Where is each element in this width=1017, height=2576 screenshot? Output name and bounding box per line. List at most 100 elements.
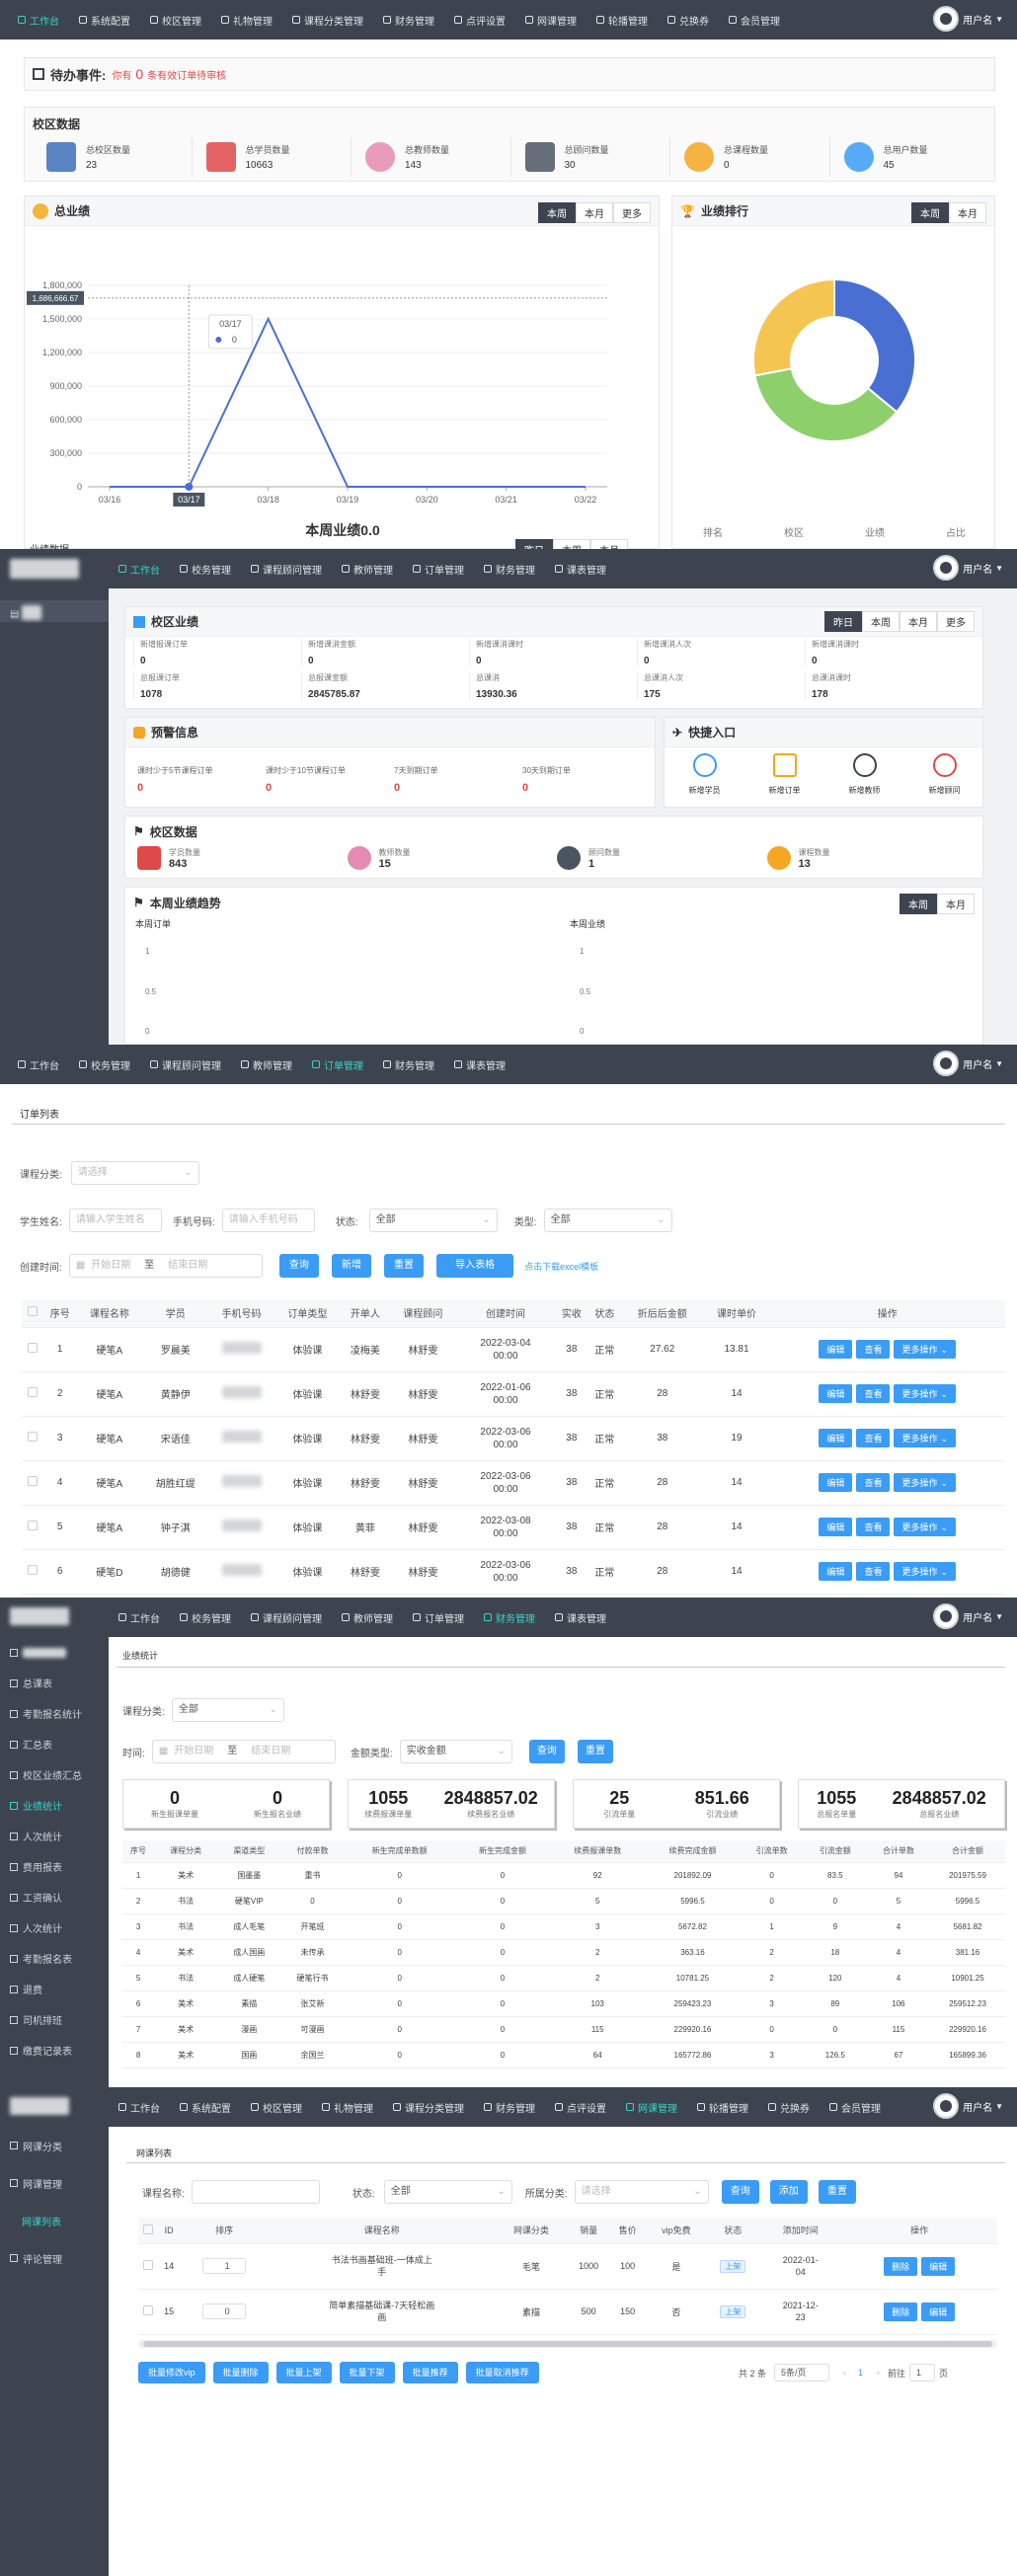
add-button[interactable]: 添加 <box>769 2180 808 2204</box>
nav-item[interactable]: 订单管理 <box>403 1598 474 1637</box>
user-menu-3[interactable]: 用户名 ▼ <box>933 1051 1003 1076</box>
sidebar-item[interactable]: 评论管理 <box>0 2239 109 2277</box>
user-menu-5[interactable]: 用户名 ▼ <box>933 2093 1003 2119</box>
category-select[interactable]: 请选择 ⌄ <box>574 2180 709 2204</box>
date-range-input[interactable]: ▦ 开始日期 至 结束日期 <box>68 1254 263 1278</box>
user-menu-2[interactable]: 用户名 ▼ <box>933 555 1003 581</box>
nav-item[interactable]: 课表管理 <box>545 1598 616 1637</box>
type-select[interactable]: 全部 ⌄ <box>543 1209 672 1232</box>
import-button[interactable]: 导入表格 <box>436 1254 514 1278</box>
user-menu-4[interactable]: 用户名 ▼ <box>933 1603 1003 1629</box>
nav-item[interactable]: 工作台 <box>109 2087 170 2127</box>
nav-item[interactable]: 点评设置 <box>545 2087 616 2127</box>
tab[interactable]: 昨日 <box>824 611 862 632</box>
prev-page-icon[interactable]: ‹ <box>843 2368 846 2378</box>
tab[interactable]: 更多 <box>937 611 975 632</box>
sidebar-item[interactable]: 人次统计 <box>0 1912 109 1943</box>
delete-button[interactable]: 删除 <box>884 2302 918 2321</box>
edit-button[interactable]: 编辑 <box>819 1518 853 1536</box>
nav-item[interactable]: 礼物管理 <box>211 0 282 39</box>
category-select[interactable]: 全部 ⌄ <box>171 1698 284 1722</box>
nav-item[interactable]: 系统配置 <box>170 2087 241 2127</box>
nav-item[interactable]: 会员管理 <box>820 2087 891 2127</box>
reset-button[interactable]: 重置 <box>577 1740 613 1763</box>
view-button[interactable]: 查看 <box>856 1384 891 1403</box>
more-actions-button[interactable]: 更多操作 ⌄ <box>894 1384 957 1403</box>
nav-item[interactable]: 课程分类管理 <box>383 2087 474 2127</box>
tab[interactable]: 本月 <box>937 894 975 914</box>
tab[interactable]: 本周 <box>862 611 900 632</box>
sidebar-item[interactable]: 考勤报名统计 <box>0 1698 109 1729</box>
tab[interactable]: 本月 <box>949 202 986 223</box>
nav-item[interactable]: 财务管理 <box>474 1598 545 1637</box>
tab[interactable]: 本月 <box>590 539 628 549</box>
nav-item[interactable]: 校务管理 <box>170 1598 241 1637</box>
edit-button[interactable]: 编辑 <box>819 1473 853 1492</box>
nav-item[interactable]: 课程顾问管理 <box>241 1598 332 1637</box>
nav-item[interactable]: 兑换券 <box>758 2087 820 2127</box>
sort-input[interactable]: 0 <box>202 2303 247 2319</box>
sidebar-item[interactable] <box>0 1637 109 1668</box>
reset-button[interactable]: 重置 <box>818 2180 856 2204</box>
checkbox[interactable] <box>143 2304 154 2315</box>
nav-item[interactable]: 教师管理 <box>231 1045 302 1084</box>
add-button[interactable]: 新增 <box>331 1254 371 1278</box>
tab[interactable]: 更多 <box>613 202 651 223</box>
nav-item[interactable]: 工作台 <box>8 0 69 39</box>
student-name-input[interactable]: 请输入学生姓名 <box>68 1209 162 1232</box>
row-checkbox-cell[interactable] <box>22 1416 43 1461</box>
bulk-action-button[interactable]: 批量修改vip <box>138 2362 205 2383</box>
status-select[interactable]: 全部 ⌄ <box>368 1209 498 1232</box>
quick-entry[interactable]: 新增教师 <box>849 753 881 796</box>
next-page-icon[interactable]: › <box>877 2368 880 2378</box>
nav-item[interactable]: 点评设置 <box>444 0 515 39</box>
sidebar-item[interactable]: 考勤报名表 <box>0 1943 109 1974</box>
more-actions-button[interactable]: 更多操作 ⌄ <box>894 1340 957 1359</box>
tab[interactable]: 昨日 <box>515 539 553 549</box>
tab[interactable]: 本月 <box>900 611 937 632</box>
tab[interactable]: 本周 <box>553 539 590 549</box>
view-button[interactable]: 查看 <box>856 1340 891 1359</box>
nav-item[interactable]: 课程分类管理 <box>282 0 373 39</box>
sidebar-item[interactable]: 网课列表 <box>0 2202 109 2239</box>
warning-item[interactable]: 课时少于5节课程订单 0 <box>137 765 266 794</box>
tab[interactable]: 本月 <box>576 202 613 223</box>
bulk-action-button[interactable]: 批量取消推荐 <box>465 2362 539 2383</box>
nav-item[interactable]: 校区管理 <box>140 0 211 39</box>
nav-item[interactable]: 系统配置 <box>69 0 140 39</box>
date-range-input[interactable]: ▦ 开始日期 至 结束日期 <box>151 1740 336 1763</box>
row-checkbox-cell[interactable] <box>22 1505 43 1550</box>
checkbox[interactable] <box>28 1476 38 1486</box>
nav-item[interactable]: 网课管理 <box>616 2087 687 2127</box>
amount-type-select[interactable]: 实收金额 ⌄ <box>399 1740 512 1763</box>
row-checkbox-cell[interactable] <box>138 2243 159 2290</box>
nav-item[interactable]: 兑换券 <box>658 0 719 39</box>
quick-entry[interactable]: 新增学员 <box>689 753 721 796</box>
nav-item[interactable]: 校区管理 <box>241 2087 312 2127</box>
edit-button[interactable]: 编辑 <box>921 2256 956 2276</box>
sidebar-item[interactable]: 人次统计 <box>0 1821 109 1851</box>
bulk-action-button[interactable]: 批量推荐 <box>402 2362 458 2383</box>
nav-item[interactable]: 课表管理 <box>444 1045 515 1084</box>
nav-item[interactable]: 财务管理 <box>373 1045 444 1084</box>
category-select[interactable]: 请选择 ⌄ <box>70 1161 199 1185</box>
user-menu[interactable]: 用户名 ▼ <box>933 6 1003 32</box>
warning-item[interactable]: 课时少于10节课程订单 0 <box>266 765 394 794</box>
nav-item[interactable]: 财务管理 <box>474 2087 545 2127</box>
sidebar-item[interactable]: 工资确认 <box>0 1882 109 1912</box>
sidebar-item[interactable]: 退费 <box>0 1974 109 2004</box>
checkbox[interactable] <box>28 1432 38 1442</box>
donut-slice[interactable] <box>833 277 916 414</box>
warning-item[interactable]: 30天到期订单 0 <box>522 765 651 794</box>
checkbox[interactable] <box>28 1565 38 1575</box>
nav-item[interactable]: 课表管理 <box>545 549 616 588</box>
view-button[interactable]: 查看 <box>856 1473 891 1492</box>
nav-item[interactable]: 礼物管理 <box>312 2087 383 2127</box>
quick-entry[interactable]: 新增订单 <box>769 753 801 796</box>
nav-item[interactable]: 会员管理 <box>719 0 790 39</box>
query-button[interactable]: 查询 <box>721 2180 759 2204</box>
nav-item[interactable]: 财务管理 <box>474 549 545 588</box>
checkbox[interactable] <box>143 2259 154 2270</box>
edit-button[interactable]: 编辑 <box>819 1562 853 1581</box>
data-point[interactable] <box>185 483 194 491</box>
